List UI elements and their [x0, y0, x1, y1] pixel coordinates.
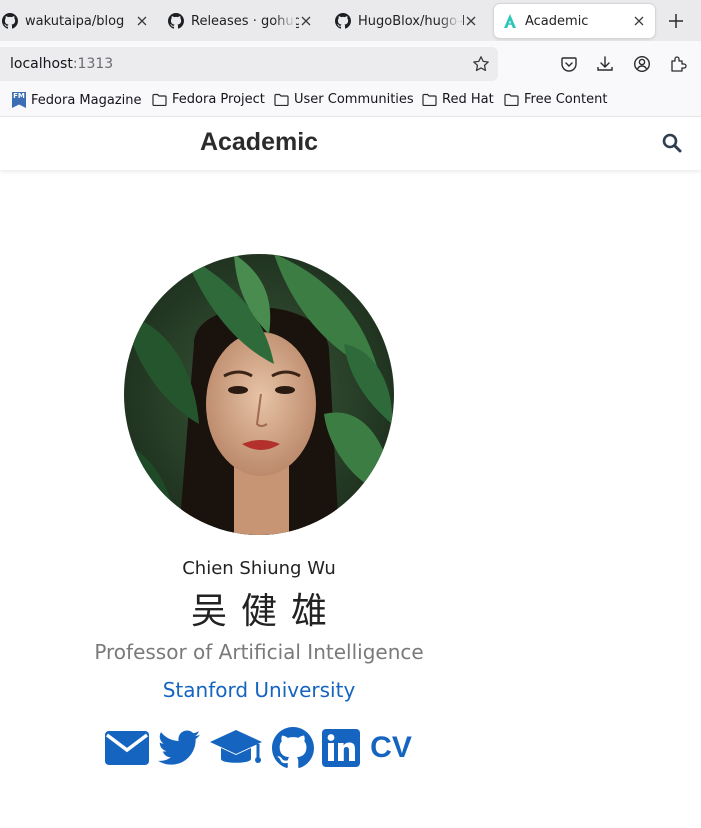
bookmark-label: Fedora Project: [172, 92, 265, 107]
bookmarks-toolbar: FM Fedora Magazine Fedora Project User C…: [0, 86, 701, 116]
extensions-icon[interactable]: [669, 55, 687, 73]
cv-label: CV: [370, 731, 412, 764]
url-host: localhost: [10, 56, 73, 72]
tab-releases-gohugoio[interactable]: Releases · gohugoio/hugo: [168, 4, 322, 38]
profile-name-chinese: 吴健雄: [190, 591, 341, 632]
academic-favicon-icon: [504, 14, 516, 28]
tab-close-icon[interactable]: [298, 13, 314, 29]
linkedin-icon: [322, 729, 360, 767]
bookmark-red-hat[interactable]: Red Hat: [422, 92, 494, 107]
tab-strip: wakutaipa/blog Releases · gohugoio/hugo …: [0, 0, 701, 41]
site-brand[interactable]: Academic: [0, 128, 518, 157]
twitter-link[interactable]: [157, 726, 201, 770]
fedora-magazine-icon: FM: [12, 92, 26, 108]
envelope-icon: [105, 731, 149, 765]
pocket-icon[interactable]: [560, 55, 578, 73]
bookmark-label: Free Content: [524, 92, 608, 107]
plus-icon: [669, 14, 683, 28]
new-tab-button[interactable]: [665, 10, 687, 32]
profile-name: Chien Shiung Wu: [182, 558, 336, 579]
tab-hugoblox-builder[interactable]: HugoBlox/hugo-blox-builder: [335, 4, 487, 38]
bookmark-label: User Communities: [294, 92, 414, 107]
github-icon: [335, 13, 351, 29]
folder-icon: [422, 93, 437, 106]
url-bar[interactable]: localhost:1313: [0, 47, 498, 81]
account-icon[interactable]: [633, 55, 651, 73]
email-link[interactable]: [105, 726, 149, 770]
linkedin-link[interactable]: [322, 726, 360, 770]
twitter-icon: [158, 730, 200, 765]
bookmark-label: Fedora Magazine: [31, 92, 142, 108]
tab-close-icon[interactable]: [463, 13, 479, 29]
search-icon[interactable]: [662, 133, 684, 155]
github-icon: [2, 13, 18, 29]
bookmark-star-icon[interactable]: [472, 55, 490, 73]
folder-icon: [274, 93, 289, 106]
bookmark-free-content[interactable]: Free Content: [504, 92, 607, 107]
bookmark-label: Red Hat: [442, 92, 494, 107]
tab-title: wakutaipa/blog: [25, 13, 125, 29]
tab-close-icon[interactable]: [134, 13, 150, 29]
tab-title-fade: [439, 4, 461, 38]
download-icon[interactable]: [596, 55, 614, 73]
tab-wakutaipa-blog[interactable]: wakutaipa/blog: [2, 4, 158, 38]
folder-icon: [152, 93, 167, 106]
tab-title-fade: [274, 4, 296, 38]
cv-link[interactable]: CV: [368, 726, 414, 770]
github-link[interactable]: [272, 726, 314, 770]
profile-role: Professor of Artificial Intelligence: [94, 640, 424, 664]
folder-icon: [504, 93, 519, 106]
google-scholar-link[interactable]: [208, 726, 264, 770]
github-icon: [272, 727, 314, 768]
github-icon: [168, 13, 184, 29]
tab-close-icon[interactable]: [631, 13, 647, 29]
url-port: :1313: [72, 56, 114, 72]
bookmark-fedora-magazine[interactable]: FM Fedora Magazine: [12, 92, 142, 108]
site-header: Academic: [0, 116, 701, 170]
fm-badge-text: FM: [13, 92, 25, 100]
tab-academic[interactable]: Academic: [494, 4, 655, 38]
profile-organization[interactable]: Stanford University: [0, 678, 518, 702]
graduation-cap-icon: [210, 730, 262, 763]
tab-title: Academic: [525, 13, 589, 29]
bookmark-user-communities[interactable]: User Communities: [274, 92, 414, 107]
avatar: [124, 254, 394, 535]
bookmark-fedora-project[interactable]: Fedora Project: [152, 92, 265, 107]
